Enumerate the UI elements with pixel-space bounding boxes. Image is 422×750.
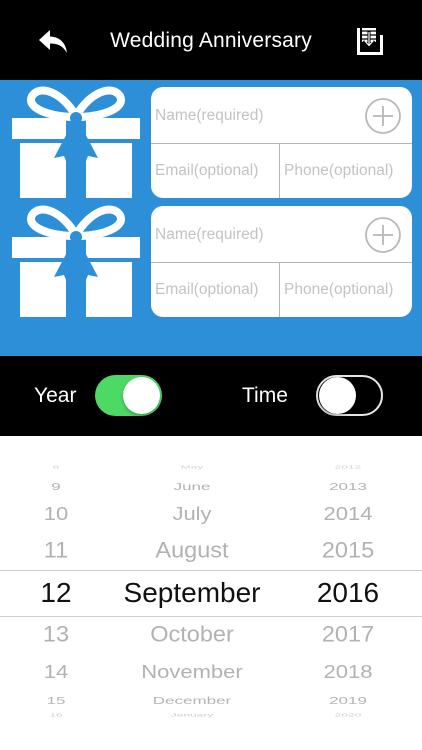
options-bar: Year Time [0,356,422,436]
month-option[interactable]: June [92,481,292,492]
month-option[interactable]: January [92,713,292,717]
selection-line-bottom [0,616,422,617]
year-option[interactable]: 2014 [292,504,404,524]
time-toggle[interactable] [316,375,383,416]
gift-box-icon [12,205,140,317]
month-option[interactable]: December [92,695,292,706]
recipient-card-1 [151,87,412,198]
phone-field[interactable] [280,144,412,198]
year-option[interactable]: 2012 [292,465,404,469]
gift-box-icon [12,86,140,198]
toggle-knob [319,377,356,414]
year-option[interactable]: 2016 [292,579,404,607]
day-option[interactable]: 8 [20,465,92,469]
download-tray-icon[interactable] [352,25,386,57]
day-option[interactable]: 11 [20,539,92,563]
day-option[interactable]: 14 [20,662,92,682]
recipient-card-2 [151,206,412,317]
time-label: Time [242,384,288,407]
contact-row [151,144,412,198]
day-option[interactable]: 13 [20,623,92,647]
month-option[interactable]: August [92,539,292,563]
year-option[interactable]: 2017 [292,623,404,647]
day-option[interactable]: 12 [20,579,92,607]
year-option[interactable]: 2015 [292,539,404,563]
year-label: Year [34,384,77,407]
email-field[interactable] [151,144,279,198]
toggle-knob [123,377,160,414]
name-field[interactable] [151,87,357,144]
day-option[interactable]: 15 [20,695,92,706]
contact-row [151,263,412,317]
picker-fade-bottom [0,700,422,750]
recipients-panel [0,80,422,356]
year-option[interactable]: 2020 [292,713,404,717]
name-field[interactable] [151,206,357,263]
month-option[interactable]: October [92,623,292,647]
year-option[interactable]: 2013 [292,481,404,492]
year-option[interactable]: 2019 [292,695,404,706]
email-field[interactable] [151,263,279,317]
picker-fade-top [0,436,422,486]
date-picker[interactable]: 8 9 10 11 12 13 14 15 16 May June July August Septemb… [0,436,422,750]
year-toggle[interactable] [95,375,162,416]
phone-field[interactable] [280,263,412,317]
name-row [151,206,412,263]
selection-line-top [0,570,422,571]
month-option[interactable]: November [92,662,292,682]
plus-circle-icon[interactable] [364,97,402,135]
year-option[interactable]: 2018 [292,662,404,682]
day-option[interactable]: 10 [20,504,92,524]
day-option[interactable]: 16 [20,713,92,717]
month-option[interactable]: September [92,579,292,607]
plus-circle-icon[interactable] [364,216,402,254]
nav-bar: Wedding Anniversary [0,0,422,80]
day-option[interactable]: 9 [20,481,92,492]
name-row [151,87,412,144]
month-option[interactable]: July [92,504,292,524]
month-option[interactable]: May [92,465,292,469]
